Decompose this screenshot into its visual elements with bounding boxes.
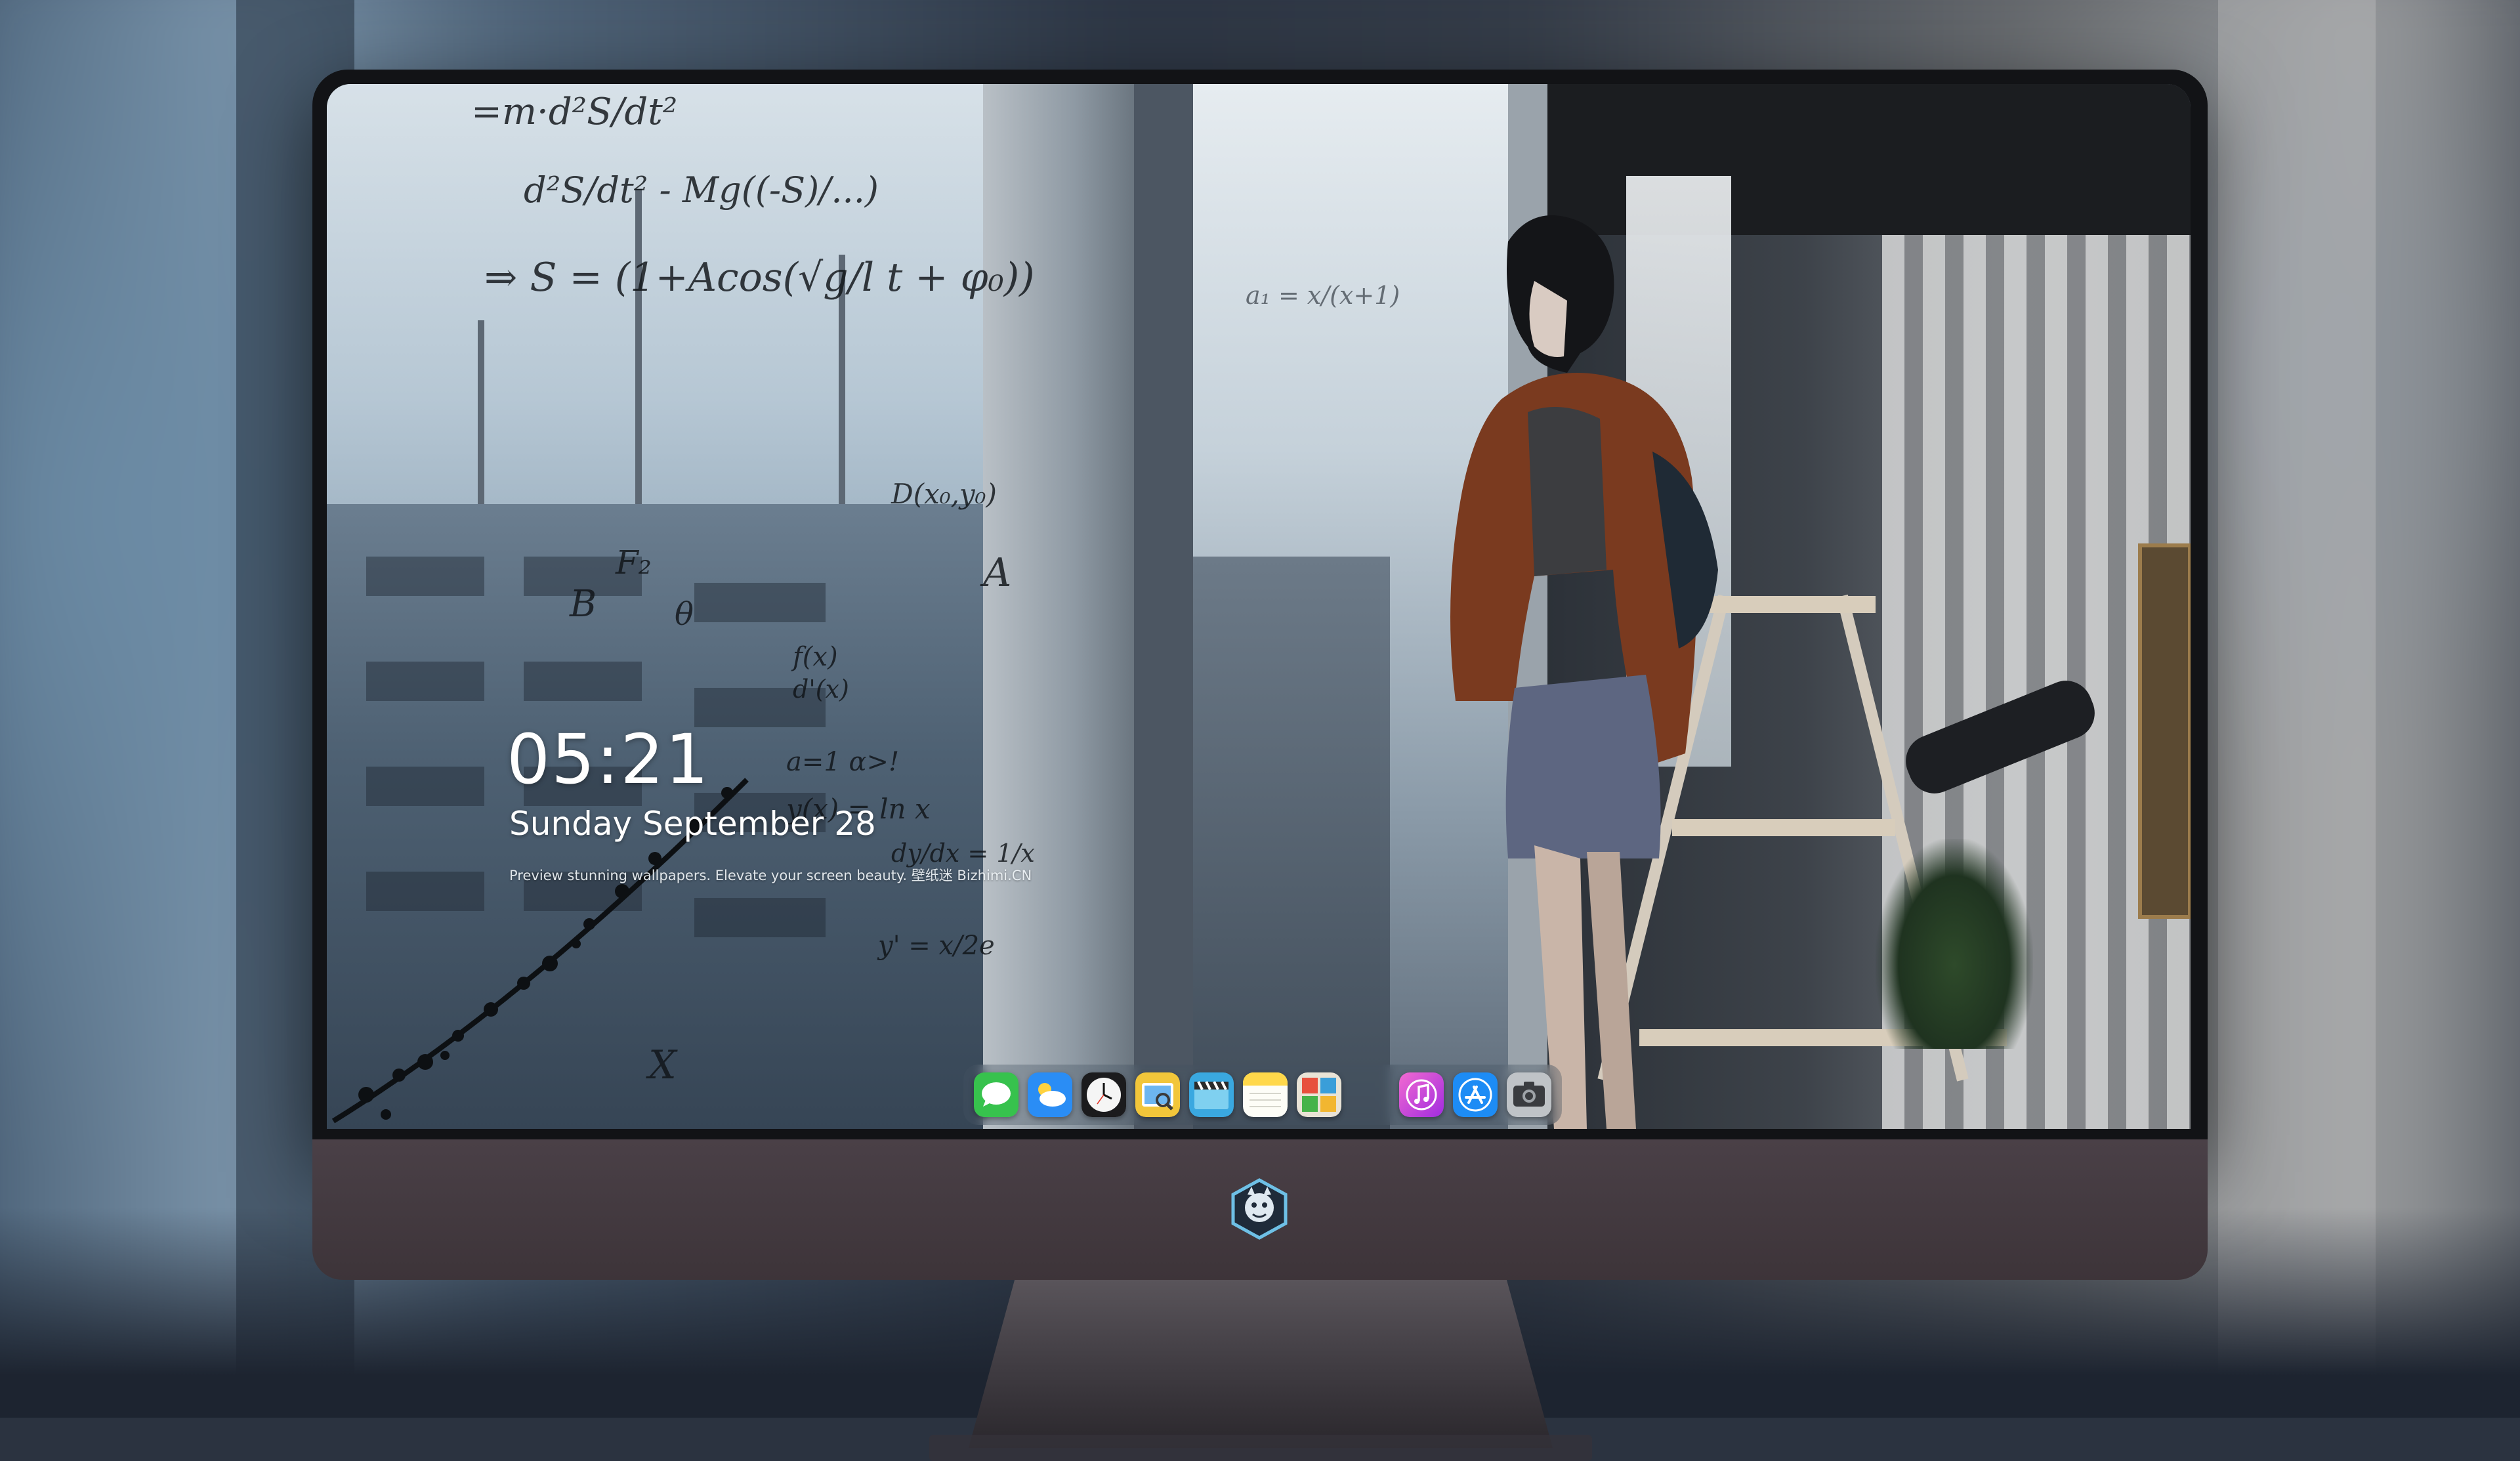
itunes-icon: [1399, 1072, 1444, 1117]
dock-app-camera[interactable]: [1507, 1072, 1551, 1117]
dock-app-photo-booth[interactable]: [1297, 1072, 1341, 1117]
monitor: =m·d²S/dt² d²S/dt² - Mg((-S)/...) ⇒ S = …: [312, 70, 2208, 1461]
lock-screen-tagline: Preview stunning wallpapers. Elevate you…: [509, 868, 1032, 883]
weather-icon: [1028, 1072, 1072, 1117]
preview-icon: [1135, 1072, 1180, 1117]
photo-booth-icon: [1297, 1072, 1341, 1117]
monitor-stand-base: [929, 1435, 1592, 1461]
dock-app-app-store[interactable]: [1453, 1072, 1498, 1117]
dock: [963, 1065, 1562, 1125]
plant: [1876, 839, 2033, 1049]
dock-app-preview[interactable]: [1135, 1072, 1180, 1117]
brand-logo-icon: [1228, 1177, 1291, 1240]
formula-text: =m·d²S/dt²: [471, 91, 678, 133]
formula-text: A: [983, 550, 1012, 596]
dock-app-weather[interactable]: [1028, 1072, 1072, 1117]
formula-text: d²S/dt² - Mg((-S)/...): [524, 169, 879, 211]
formula-text: y' = x/2e: [878, 931, 995, 961]
lock-screen-time: 05:21: [507, 719, 710, 799]
camera-icon: [1507, 1072, 1551, 1117]
monitor-stand: [969, 1277, 1553, 1448]
clock-icon: [1082, 1072, 1126, 1117]
formula-text: F₂: [616, 543, 652, 582]
clips-icon: [1189, 1072, 1234, 1117]
formula-text: a₁ = x/(x+1): [1246, 281, 1400, 310]
screen: =m·d²S/dt² d²S/dt² - Mg((-S)/...) ⇒ S = …: [327, 84, 2191, 1129]
dock-app-notes[interactable]: [1243, 1072, 1288, 1117]
formula-text: θ: [675, 596, 694, 633]
formula-text: ⇒ S = (1+Acos(√g/l t + φ₀)): [484, 255, 1035, 301]
dock-app-messages[interactable]: [974, 1072, 1018, 1117]
formula-text: D(x₀,y₀): [891, 478, 997, 510]
dock-app-clock[interactable]: [1082, 1072, 1126, 1117]
dock-separator: [1351, 1091, 1390, 1098]
notes-icon: [1243, 1072, 1288, 1117]
formula-text: B: [570, 583, 597, 625]
formula-text: f(x): [793, 642, 838, 672]
dock-app-itunes[interactable]: [1399, 1072, 1444, 1117]
dock-app-clips[interactable]: [1189, 1072, 1234, 1117]
formula-text: d'(x): [793, 675, 849, 704]
messages-icon: [974, 1072, 1018, 1117]
lock-screen-date: Sunday September 28: [509, 805, 876, 843]
app-store-icon: [1453, 1072, 1498, 1117]
formula-text: dy/dx = 1/x: [891, 839, 1035, 868]
wallpaper-figure: [1450, 215, 1718, 1129]
